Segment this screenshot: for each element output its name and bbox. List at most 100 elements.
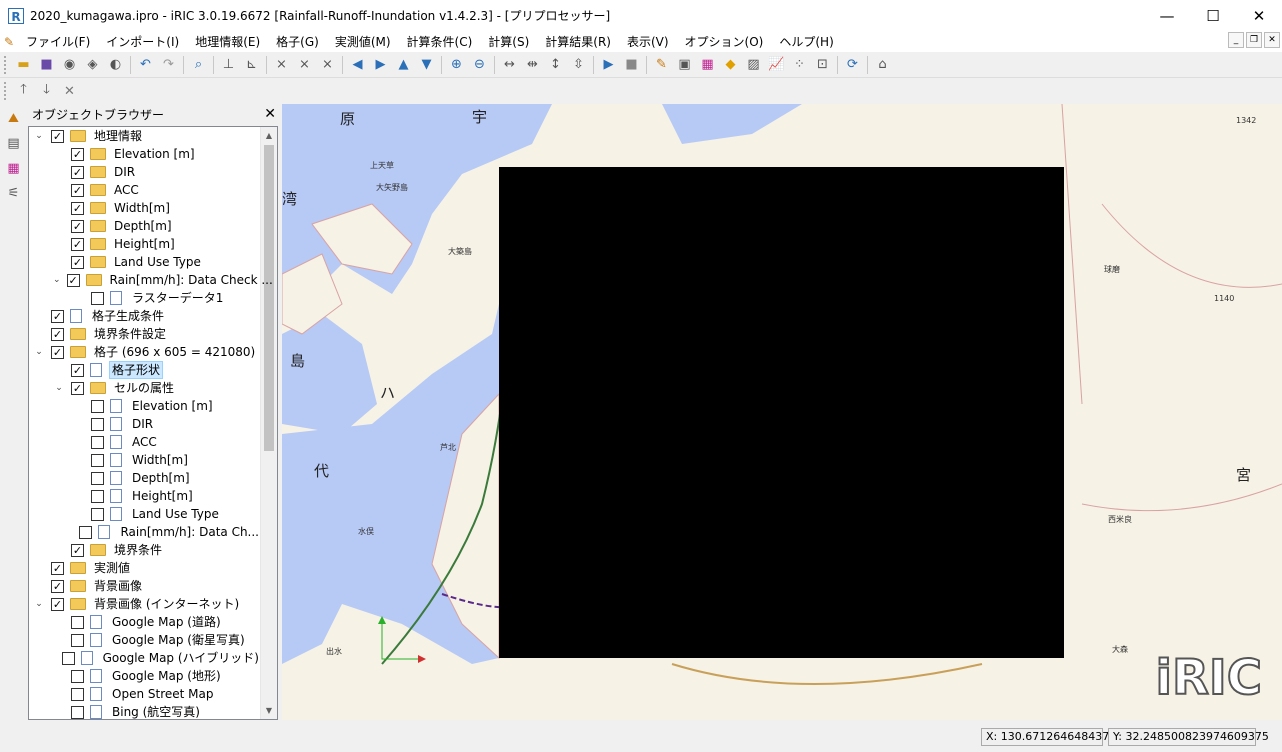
arrow-up-icon[interactable]: ▲ <box>392 54 415 76</box>
tree-item[interactable]: ⌄ ✓ 格子 (696 x 605 = 421080) <box>29 343 261 361</box>
tree-item-checkbox[interactable]: ✓ <box>71 381 84 395</box>
toolbar-grip[interactable] <box>4 82 8 100</box>
scroll-thumb[interactable] <box>264 145 274 451</box>
mdi-close-button[interactable]: ✕ <box>1264 32 1280 48</box>
mouse-icon[interactable]: ⌂ <box>871 54 894 76</box>
tree-item[interactable]: ✓ 実測値 <box>29 559 261 577</box>
tree-item-checkbox[interactable]: ✓ <box>51 597 64 611</box>
tree-item[interactable]: Depth[m] <box>29 469 261 487</box>
tree-item-checkbox[interactable] <box>91 435 104 449</box>
post-3d-icon[interactable]: ▨ <box>742 54 765 76</box>
tree-item-checkbox[interactable] <box>91 417 104 431</box>
menu-simulation[interactable]: 計算(S) <box>480 33 537 50</box>
tree-item[interactable]: Width[m] <box>29 451 261 469</box>
tree-item-checkbox[interactable] <box>71 669 84 683</box>
tree-item[interactable]: Rain[mm/h]: Data Ch... <box>29 523 261 541</box>
tree-item-checkbox[interactable] <box>71 615 84 629</box>
tree-item[interactable]: Elevation [m] <box>29 397 261 415</box>
delete-icon[interactable]: ✕ <box>58 80 81 102</box>
axis-y-icon[interactable]: ⊥ <box>217 54 240 76</box>
object-browser-close-icon[interactable]: ✕ <box>264 106 276 122</box>
tree-item[interactable]: Land Use Type <box>29 505 261 523</box>
tree-item-checkbox[interactable] <box>91 489 104 503</box>
tree-item[interactable]: ✓ 背景画像 <box>29 577 261 595</box>
graph-icon[interactable]: 📈 <box>765 54 788 76</box>
expand-vertical-icon[interactable]: ↕ <box>544 54 567 76</box>
stop-icon[interactable]: ■ <box>620 54 643 76</box>
tree-item[interactable]: ✓ 格子形状 <box>29 361 261 379</box>
minimize-button[interactable]: — <box>1144 0 1190 31</box>
shrink-vertical-icon[interactable]: ⇳ <box>567 54 590 76</box>
axis-xy-icon[interactable]: ⊾ <box>240 54 263 76</box>
tree-item[interactable]: Bing (航空写真) <box>29 703 261 719</box>
move-up-icon[interactable]: 🡑 <box>12 80 35 102</box>
move-down-icon[interactable]: 🡓 <box>35 80 58 102</box>
tree-item-checkbox[interactable] <box>71 705 84 719</box>
shrink-horizontal-icon[interactable]: ⇹ <box>521 54 544 76</box>
tree-item[interactable]: ✓ Width[m] <box>29 199 261 217</box>
elevation-tool-icon[interactable]: ⛰ <box>2 107 25 129</box>
tree-item-checkbox[interactable] <box>79 525 93 539</box>
close-button[interactable]: ✕ <box>1236 0 1282 31</box>
scroll-down-icon[interactable]: ▼ <box>261 702 277 719</box>
menu-calc-condition[interactable]: 計算条件(C) <box>399 33 481 50</box>
menu-results[interactable]: 計算結果(R) <box>537 33 619 50</box>
tree-item-checkbox[interactable] <box>91 507 104 521</box>
tree-item-checkbox[interactable]: ✓ <box>51 129 64 143</box>
tree-item-checkbox[interactable] <box>91 399 104 413</box>
redo-icon[interactable]: ↷ <box>157 54 180 76</box>
save-icon[interactable]: ■ <box>35 54 58 76</box>
tree-item-checkbox[interactable]: ✓ <box>71 165 84 179</box>
tree-item[interactable]: Open Street Map <box>29 685 261 703</box>
menu-measured[interactable]: 実測値(M) <box>327 33 399 50</box>
tree-item[interactable]: ⌄ ✓ 地理情報 <box>29 127 261 145</box>
tree-item-checkbox[interactable]: ✓ <box>71 237 84 251</box>
tree-item[interactable]: ✓ Land Use Type <box>29 253 261 271</box>
tree-item[interactable]: ✓ ACC <box>29 181 261 199</box>
tree-item-checkbox[interactable]: ✓ <box>51 309 64 323</box>
attribute-tool-icon[interactable]: ⚟ <box>2 182 25 204</box>
scroll-up-icon[interactable]: ▲ <box>261 127 277 144</box>
tree-item[interactable]: DIR <box>29 415 261 433</box>
tree-item-checkbox[interactable]: ✓ <box>51 327 64 341</box>
tree-item[interactable]: Google Map (衛星写真) <box>29 631 261 649</box>
expand-horizontal-icon[interactable]: ↔ <box>498 54 521 76</box>
tree-item[interactable]: Google Map (道路) <box>29 613 261 631</box>
zoom-search-icon[interactable]: ⌕ <box>187 54 210 76</box>
tree-item-checkbox[interactable]: ✓ <box>71 255 84 269</box>
arrow-down-icon[interactable]: ▼ <box>415 54 438 76</box>
window-tool-icon[interactable]: ▤ <box>2 132 25 154</box>
mdi-minimize-button[interactable]: _ <box>1228 32 1244 48</box>
maximize-button[interactable]: ☐ <box>1190 0 1236 31</box>
menu-help[interactable]: ヘルプ(H) <box>771 33 841 50</box>
expand-chevron-icon[interactable]: ⌄ <box>33 598 45 610</box>
tree-scrollbar[interactable]: ▲ ▼ <box>260 127 277 719</box>
menu-grid[interactable]: 格子(G) <box>268 33 327 50</box>
tree-item[interactable]: ACC <box>29 433 261 451</box>
tree-item-checkbox[interactable] <box>71 687 84 701</box>
arrow-left-icon[interactable]: ◀ <box>346 54 369 76</box>
tree-item[interactable]: Height[m] <box>29 487 261 505</box>
edit-pencil-icon[interactable]: ✎ <box>650 54 673 76</box>
tree-item-checkbox[interactable]: ✓ <box>71 201 84 215</box>
colormap-tool-icon[interactable]: ▦ <box>2 157 25 179</box>
zoom-out-icon[interactable]: ⊖ <box>468 54 491 76</box>
tree-item[interactable]: ✓ 境界条件設定 <box>29 325 261 343</box>
arrow-right-icon[interactable]: ▶ <box>369 54 392 76</box>
menu-import[interactable]: インポート(I) <box>98 33 187 50</box>
menu-view[interactable]: 表示(V) <box>619 33 677 50</box>
tree-item-checkbox[interactable]: ✓ <box>71 219 84 233</box>
tree-item-checkbox[interactable]: ✓ <box>71 183 84 197</box>
post-2d-contour-icon[interactable]: ▦ <box>696 54 719 76</box>
scatter-icon[interactable]: ⁘ <box>788 54 811 76</box>
post-2d-bird-icon[interactable]: ◆ <box>719 54 742 76</box>
menu-file[interactable]: ファイル(F) <box>18 33 98 50</box>
zoom-box-icon[interactable]: ⊡ <box>811 54 834 76</box>
tree-item-checkbox[interactable]: ✓ <box>71 543 84 557</box>
tree-item-checkbox[interactable]: ✓ <box>51 561 64 575</box>
tree-item[interactable]: ✓ Elevation [m] <box>29 145 261 163</box>
undo-icon[interactable]: ↶ <box>134 54 157 76</box>
tree-item-checkbox[interactable]: ✓ <box>71 363 84 377</box>
run-icon[interactable]: ▶ <box>597 54 620 76</box>
toolbar-grip[interactable] <box>4 55 8 74</box>
